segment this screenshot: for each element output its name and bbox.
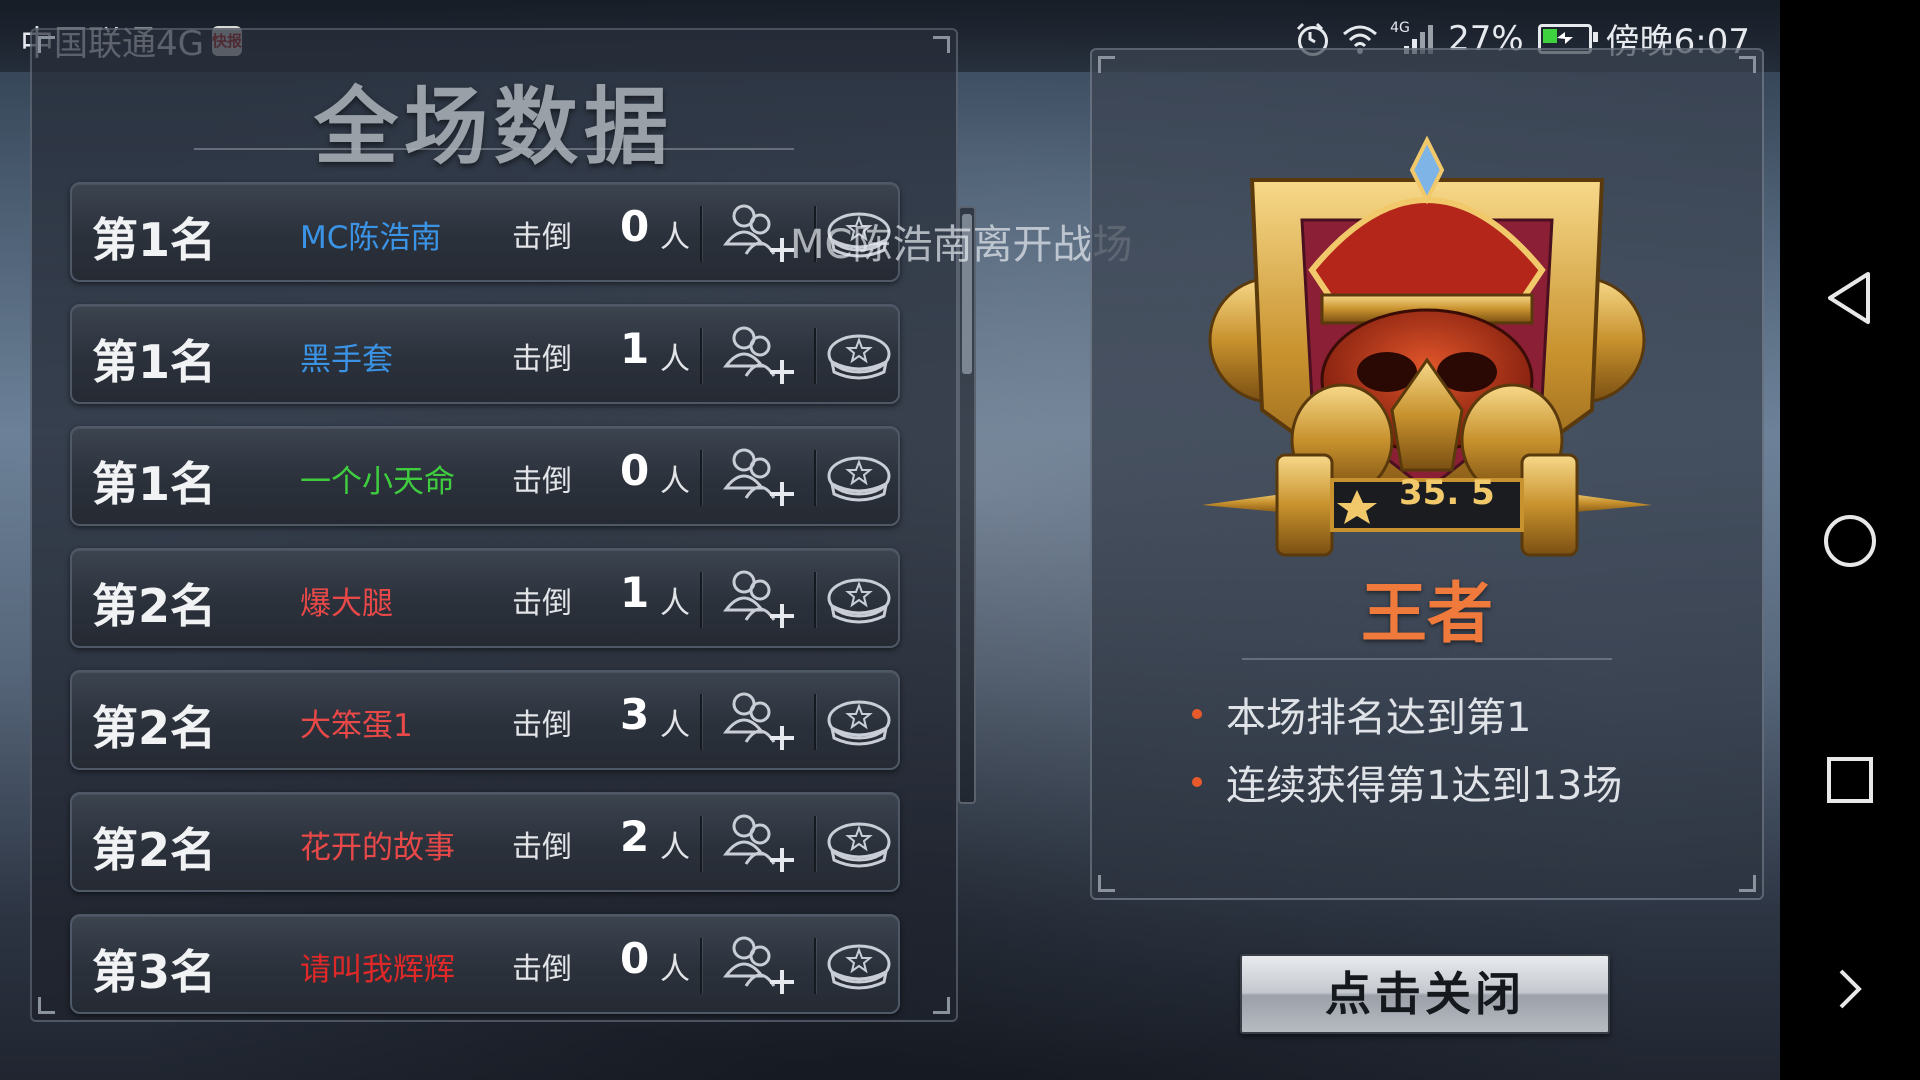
kill-count: 0 <box>620 934 650 983</box>
medal-icon[interactable] <box>824 448 894 508</box>
rank-label: 第3名 <box>92 945 217 999</box>
kill-unit: 人 <box>660 220 690 255</box>
rank-label: 第2名 <box>92 579 217 633</box>
add-friend-icon[interactable] <box>720 444 796 508</box>
player-name: 黑手套 <box>300 342 393 378</box>
player-name: 爆大腿 <box>300 586 393 622</box>
kill-label: 击倒 <box>512 586 572 621</box>
kill-unit: 人 <box>660 952 690 987</box>
chevron-right-icon[interactable] <box>1780 967 1920 1011</box>
player-name: 花开的故事 <box>300 830 455 866</box>
back-icon[interactable] <box>1780 270 1920 326</box>
kill-count: 1 <box>620 324 650 373</box>
match-stats-panel: 全场数据 第1名 MC陈浩南 击倒 0 人 第1名 黑手套 击倒 1 人 第1名 <box>30 28 976 1022</box>
rank-label: 第2名 <box>92 823 217 877</box>
player-row: 第2名 花开的故事 击倒 2 人 <box>70 792 900 892</box>
kill-label: 击倒 <box>512 342 572 377</box>
kill-unit: 人 <box>660 708 690 743</box>
player-left-notice: MC陈浩南离开战场 <box>790 222 1133 268</box>
panel-title: 全场数据 <box>313 78 674 176</box>
add-friend-icon[interactable] <box>720 566 796 630</box>
kill-label: 击倒 <box>512 952 572 987</box>
player-row: 第2名 大笨蛋1 击倒 3 人 <box>70 670 900 770</box>
player-row: 第2名 爆大腿 击倒 1 人 <box>70 548 900 648</box>
king-rank-emblem-icon <box>1202 135 1652 557</box>
player-list-scrollbar[interactable] <box>958 206 976 804</box>
add-friend-icon[interactable] <box>720 688 796 752</box>
bullet-dot-icon <box>1192 709 1202 719</box>
add-friend-icon[interactable] <box>720 322 796 386</box>
rank-label: 第1名 <box>92 457 217 511</box>
player-row: 第3名 请叫我辉辉 击倒 0 人 <box>70 914 900 1014</box>
player-name: MC陈浩南 <box>300 220 442 256</box>
kill-count: 0 <box>620 202 650 251</box>
kill-count: 3 <box>620 690 650 739</box>
kill-unit: 人 <box>660 586 690 621</box>
achievement-text: 连续获得第1达到13场 <box>1226 763 1623 809</box>
add-friend-icon[interactable] <box>720 932 796 996</box>
network-type-label: 4G <box>1390 19 1410 36</box>
achievement-text: 本场排名达到第1 <box>1226 695 1532 741</box>
player-row: 第1名 黑手套 击倒 1 人 <box>70 304 900 404</box>
title-divider <box>194 148 794 150</box>
medal-icon[interactable] <box>824 326 894 386</box>
rank-label: 第1名 <box>92 213 217 267</box>
kill-label: 击倒 <box>512 708 572 743</box>
kill-label: 击倒 <box>512 220 572 255</box>
kill-count: 1 <box>620 568 650 617</box>
bullet-dot-icon <box>1192 777 1202 787</box>
kill-count: 2 <box>620 812 650 861</box>
medal-icon[interactable] <box>824 692 894 752</box>
medal-icon[interactable] <box>824 936 894 996</box>
kill-unit: 人 <box>660 342 690 377</box>
player-list[interactable]: 第1名 MC陈浩南 击倒 0 人 第1名 黑手套 击倒 1 人 第1名 一个小天… <box>70 182 900 1036</box>
player-name: 请叫我辉辉 <box>300 952 455 988</box>
rank-result-panel: 35. 5 王者 本场排名达到第1 连续获得第1达到13场 <box>1090 48 1764 900</box>
achievement-item: 连续获得第1达到13场 <box>1192 748 1622 816</box>
medal-icon[interactable] <box>824 814 894 874</box>
recents-icon[interactable] <box>1780 755 1920 805</box>
add-friend-icon[interactable] <box>720 810 796 874</box>
kill-label: 击倒 <box>512 464 572 499</box>
emblem-score: 35. 5 <box>1399 473 1495 513</box>
close-button[interactable]: 点击关闭 <box>1240 954 1610 1034</box>
kill-count: 0 <box>620 446 650 495</box>
player-name: 大笨蛋1 <box>300 708 413 744</box>
home-icon[interactable] <box>1780 513 1920 569</box>
player-name: 一个小天命 <box>300 464 455 500</box>
kill-unit: 人 <box>660 464 690 499</box>
player-row: 第1名 MC陈浩南 击倒 0 人 <box>70 182 900 282</box>
system-nav-bar <box>1780 0 1920 1080</box>
add-friend-icon[interactable] <box>720 200 796 264</box>
rank-title: 王者 <box>1361 575 1493 652</box>
rank-label: 第1名 <box>92 335 217 389</box>
player-row: 第1名 一个小天命 击倒 0 人 <box>70 426 900 526</box>
kill-unit: 人 <box>660 830 690 865</box>
achievement-item: 本场排名达到第1 <box>1192 680 1622 748</box>
rank-divider <box>1242 658 1612 660</box>
kill-label: 击倒 <box>512 830 572 865</box>
medal-icon[interactable] <box>824 570 894 630</box>
rank-label: 第2名 <box>92 701 217 755</box>
achievement-list: 本场排名达到第1 连续获得第1达到13场 <box>1192 680 1622 816</box>
